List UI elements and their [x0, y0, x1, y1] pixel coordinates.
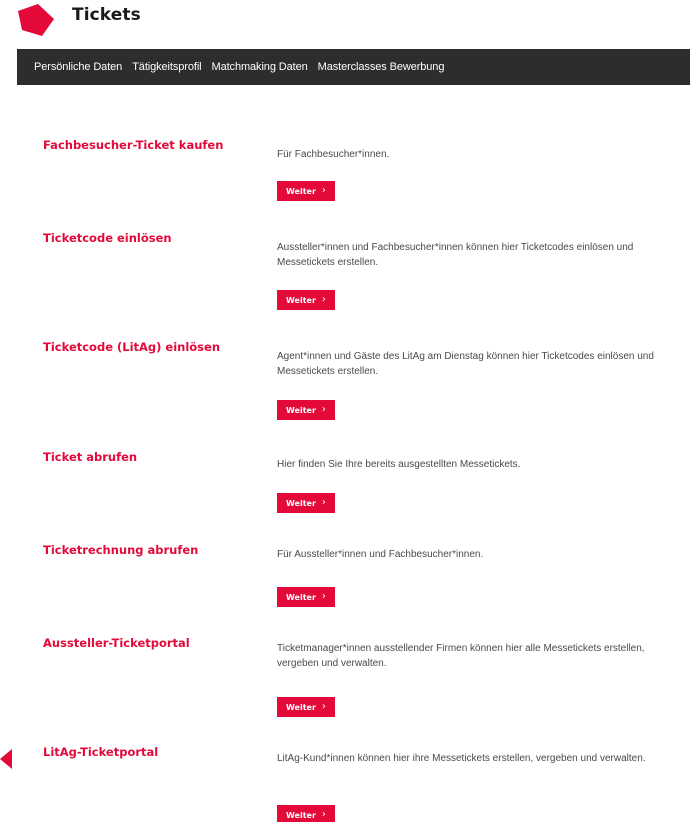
section-description: Agent*innen und Gäste des LitAg am Diens… — [277, 351, 654, 377]
section-title: Fachbesucher-Ticket kaufen — [43, 138, 224, 152]
chevron-right-icon: › — [321, 701, 326, 712]
weiter-button[interactable]: Weiter › — [277, 697, 335, 717]
weiter-button[interactable]: Weiter › — [277, 290, 335, 310]
page-title: Tickets — [72, 5, 141, 25]
weiter-button-label: Weiter — [286, 810, 316, 820]
weiter-button-label: Weiter — [286, 592, 316, 602]
section-title: Ticketcode (LitAg) einlösen — [43, 340, 221, 354]
section-title: Ticket abrufen — [43, 450, 138, 464]
weiter-button[interactable]: Weiter › — [277, 805, 335, 822]
tickets-page: Tickets Persönliche Daten Tätigkeitsprof… — [0, 0, 695, 822]
chevron-right-icon: › — [321, 809, 326, 820]
section-description: Ticketmanager*innen ausstellender Firmen… — [277, 643, 645, 669]
nav-item-masterclasses-bewerbung[interactable]: Masterclasses Bewerbung — [318, 61, 445, 73]
logo-icon[interactable] — [14, 3, 56, 37]
chevron-right-icon: › — [321, 185, 326, 196]
chevron-right-icon: › — [321, 294, 326, 305]
section-description: LitAg-Kund*innen können hier ihre Messet… — [277, 753, 646, 764]
section-description: Aussteller*innen und Fachbesucher*innen … — [277, 242, 634, 268]
chevron-right-icon: › — [321, 497, 326, 508]
nav-item-taetigkeitsprofil[interactable]: Tätigkeitsprofil — [132, 61, 201, 73]
weiter-button[interactable]: Weiter › — [277, 181, 335, 201]
weiter-button[interactable]: Weiter › — [277, 400, 335, 420]
nav-item-persoenliche-daten[interactable]: Persönliche Daten — [34, 61, 122, 73]
weiter-button-label: Weiter — [286, 405, 316, 415]
weiter-button[interactable]: Weiter › — [277, 587, 335, 607]
profile-nav-bar: Persönliche Daten Tätigkeitsprofil Match… — [17, 49, 690, 85]
section-title: Ticketcode einlösen — [43, 231, 172, 245]
weiter-button-label: Weiter — [286, 295, 316, 305]
weiter-button-label: Weiter — [286, 498, 316, 508]
nav-item-matchmaking-daten[interactable]: Matchmaking Daten — [212, 61, 308, 73]
weiter-button-label: Weiter — [286, 186, 316, 196]
weiter-button[interactable]: Weiter › — [277, 493, 335, 513]
page-header: Tickets — [0, 0, 695, 48]
arrow-marker-icon — [0, 749, 12, 769]
chevron-right-icon: › — [321, 591, 326, 602]
weiter-button-label: Weiter — [286, 702, 316, 712]
section-title: LitAg-Ticketportal — [43, 745, 159, 759]
section-title: Aussteller-Ticketportal — [43, 636, 190, 650]
section-description: Für Fachbesucher*innen. — [277, 149, 390, 160]
section-description: Hier finden Sie Ihre bereits ausgestellt… — [277, 459, 521, 470]
section-description: Für Aussteller*innen und Fachbesucher*in… — [277, 549, 484, 560]
chevron-right-icon: › — [321, 404, 326, 415]
section-title: Ticketrechnung abrufen — [43, 543, 199, 557]
